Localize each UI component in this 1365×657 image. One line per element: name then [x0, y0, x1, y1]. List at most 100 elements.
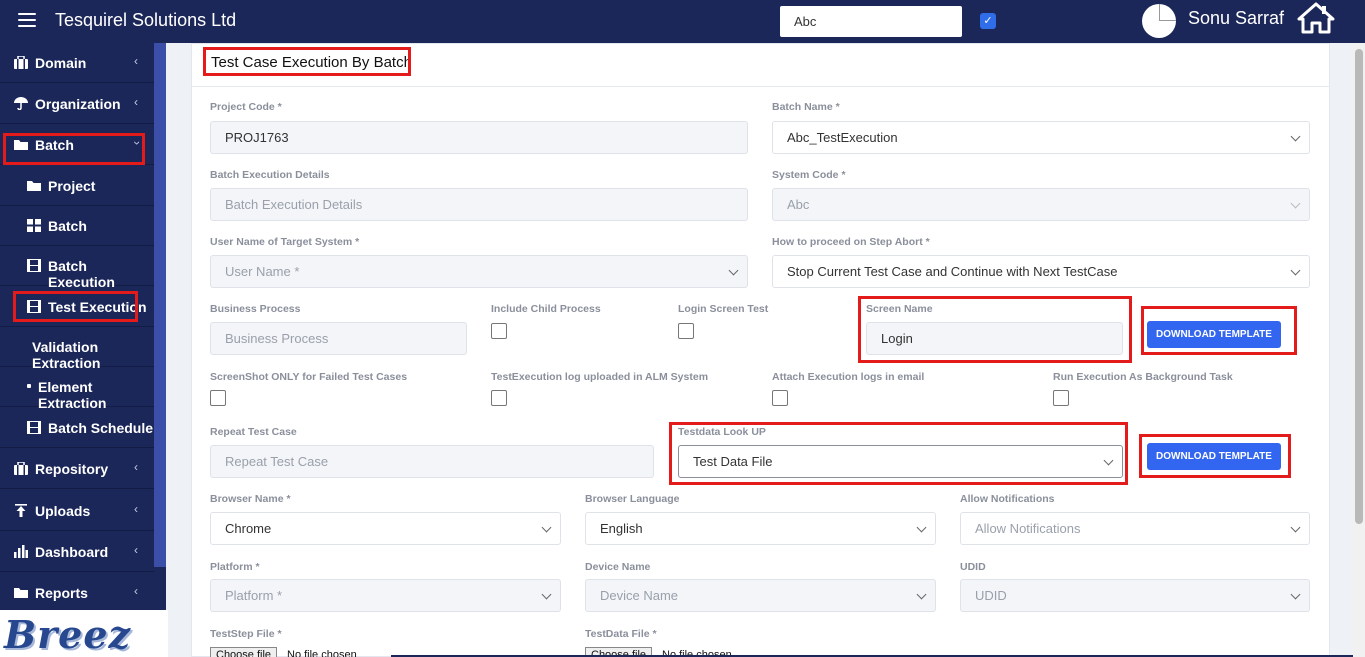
bar-chart-icon — [14, 545, 28, 558]
sidebar-item-batch-schedule[interactable]: Batch Schedule — [0, 408, 154, 448]
alm-log-label: TestExecution log uploaded in ALM System — [491, 371, 709, 383]
chevron-down-icon — [1290, 198, 1301, 209]
bullet-icon — [27, 384, 31, 388]
project-code-label: Project Code * — [210, 101, 282, 113]
highlight-download-1 — [1141, 306, 1297, 355]
device-name-placeholder: Device Name — [600, 588, 679, 603]
sidebar-item-domain[interactable]: Domain ‹ — [0, 43, 154, 83]
sidebar-item-label: Repository — [35, 461, 109, 477]
sidebar-item-batch-execution[interactable]: Batch Execution — [0, 246, 154, 290]
project-code-field[interactable]: PROJ1763 — [210, 121, 748, 154]
sidebar-item-reports[interactable]: Reports ‹ — [0, 573, 154, 613]
upload-icon — [15, 504, 27, 517]
batch-execution-details-field[interactable]: Batch Execution Details — [210, 188, 748, 221]
udid-select[interactable]: UDID — [960, 579, 1310, 612]
login-screen-test-checkbox[interactable] — [678, 323, 694, 339]
sidebar-item-label: Uploads — [35, 503, 91, 519]
business-process-field[interactable]: Business Process — [210, 322, 467, 355]
avatar[interactable] — [1142, 4, 1176, 38]
chevron-down-icon — [1290, 522, 1301, 533]
alm-log-checkbox[interactable] — [491, 390, 507, 406]
repeat-test-case-field[interactable]: Repeat Test Case — [210, 445, 654, 478]
chevron-left-icon: ‹ — [134, 460, 138, 474]
chevron-left-icon: ‹ — [134, 95, 138, 109]
logo: Breez — [0, 610, 168, 657]
film-icon — [27, 259, 41, 272]
home-icon[interactable] — [1297, 2, 1335, 34]
system-code-label: System Code * — [772, 169, 846, 181]
hamburger-menu-icon[interactable] — [18, 13, 36, 27]
search-input[interactable] — [780, 6, 962, 37]
chevron-down-icon — [541, 589, 552, 600]
batch-name-select[interactable]: Abc_TestExecution — [772, 121, 1310, 154]
browser-language-select[interactable]: English — [585, 512, 936, 545]
logo-text: Breez — [4, 612, 132, 657]
testdata-file-label: TestData File * — [585, 628, 657, 640]
system-code-value: Abc — [787, 197, 810, 212]
sidebar-item-dashboard[interactable]: Dashboard ‹ — [0, 532, 154, 572]
chevron-down-icon — [916, 522, 927, 533]
include-child-checkbox[interactable] — [491, 323, 507, 339]
sidebar-item-label: Dashboard — [35, 544, 109, 560]
teststep-file-status: No file chosen — [287, 649, 357, 657]
user-name-target-label: User Name of Target System * — [210, 236, 360, 248]
browser-name-value: Chrome — [225, 521, 272, 536]
chevron-down-icon — [1290, 589, 1301, 600]
sidebar-item-label: Batch Schedule — [48, 420, 154, 436]
folder-icon — [27, 181, 41, 191]
screenshot-failed-checkbox[interactable] — [210, 390, 226, 406]
attach-logs-checkbox[interactable] — [772, 390, 788, 406]
highlight-screen-name — [858, 296, 1132, 363]
teststep-file-button[interactable]: Choose file — [210, 647, 278, 657]
sidebar-item-label: Element Extraction — [38, 379, 107, 411]
briefcase-icon — [14, 56, 28, 69]
business-process-label: Business Process — [210, 303, 301, 315]
sidebar-scrollbar[interactable] — [154, 43, 166, 567]
browser-name-select[interactable]: Chrome — [210, 512, 561, 545]
top-checkbox[interactable]: ✓ — [980, 13, 996, 29]
umbrella-icon — [14, 97, 28, 110]
step-abort-value: Stop Current Test Case and Continue with… — [787, 264, 1118, 279]
highlight-test-execution — [13, 291, 138, 322]
screenshot-failed-label: ScreenShot ONLY for Failed Test Cases — [210, 371, 408, 383]
include-child-label: Include Child Process — [491, 303, 601, 315]
udid-placeholder: UDID — [975, 588, 1007, 603]
platform-select[interactable]: Platform * — [210, 579, 561, 612]
chevron-left-icon: ‹ — [134, 543, 138, 557]
sidebar-item-repository[interactable]: Repository ‹ — [0, 449, 154, 489]
page-scrollbar[interactable] — [1353, 43, 1365, 657]
highlight-batch — [3, 133, 145, 165]
batch-name-value: Abc_TestExecution — [787, 130, 898, 145]
chevron-left-icon: ‹ — [134, 584, 138, 598]
sidebar-item-label: Domain — [35, 55, 87, 71]
sidebar-item-uploads[interactable]: Uploads ‹ — [0, 491, 154, 531]
user-name-target-select[interactable]: User Name * — [210, 255, 748, 288]
system-code-select[interactable]: Abc — [772, 188, 1310, 221]
allow-notifications-placeholder: Allow Notifications — [975, 521, 1081, 536]
sidebar-item-organization[interactable]: Organization ‹ — [0, 84, 154, 124]
chevron-down-icon — [541, 522, 552, 533]
attach-logs-label: Attach Execution logs in email — [772, 371, 925, 383]
app-title: Tesquirel Solutions Ltd — [55, 10, 237, 30]
device-name-label: Device Name — [585, 561, 651, 573]
device-name-select[interactable]: Device Name — [585, 579, 936, 612]
chevron-down-icon — [916, 589, 927, 600]
allow-notifications-select[interactable]: Allow Notifications — [960, 512, 1310, 545]
step-abort-select[interactable]: Stop Current Test Case and Continue with… — [772, 255, 1310, 288]
allow-notifications-label: Allow Notifications — [960, 493, 1055, 505]
sidebar-item-label: Batch — [48, 218, 87, 234]
sidebar-item-batch-sub[interactable]: Batch — [0, 206, 154, 246]
sidebar-item-project[interactable]: Project — [0, 166, 154, 206]
briefcase-icon — [14, 462, 28, 475]
user-name-target-placeholder: User Name * — [225, 264, 300, 279]
film-icon — [27, 421, 41, 434]
background-task-checkbox[interactable] — [1053, 390, 1069, 406]
chevron-down-icon — [1290, 131, 1301, 142]
scrollbar-thumb[interactable] — [1355, 49, 1363, 524]
sidebar-item-label: Project — [48, 178, 96, 194]
grid-icon — [27, 219, 41, 232]
sidebar-item-element-extraction[interactable]: Element Extraction — [0, 367, 154, 411]
chevron-down-icon — [1290, 265, 1301, 276]
sidebar-item-validation-extraction[interactable]: Validation Extraction — [0, 327, 154, 371]
batch-execution-details-label: Batch Execution Details — [210, 169, 330, 181]
